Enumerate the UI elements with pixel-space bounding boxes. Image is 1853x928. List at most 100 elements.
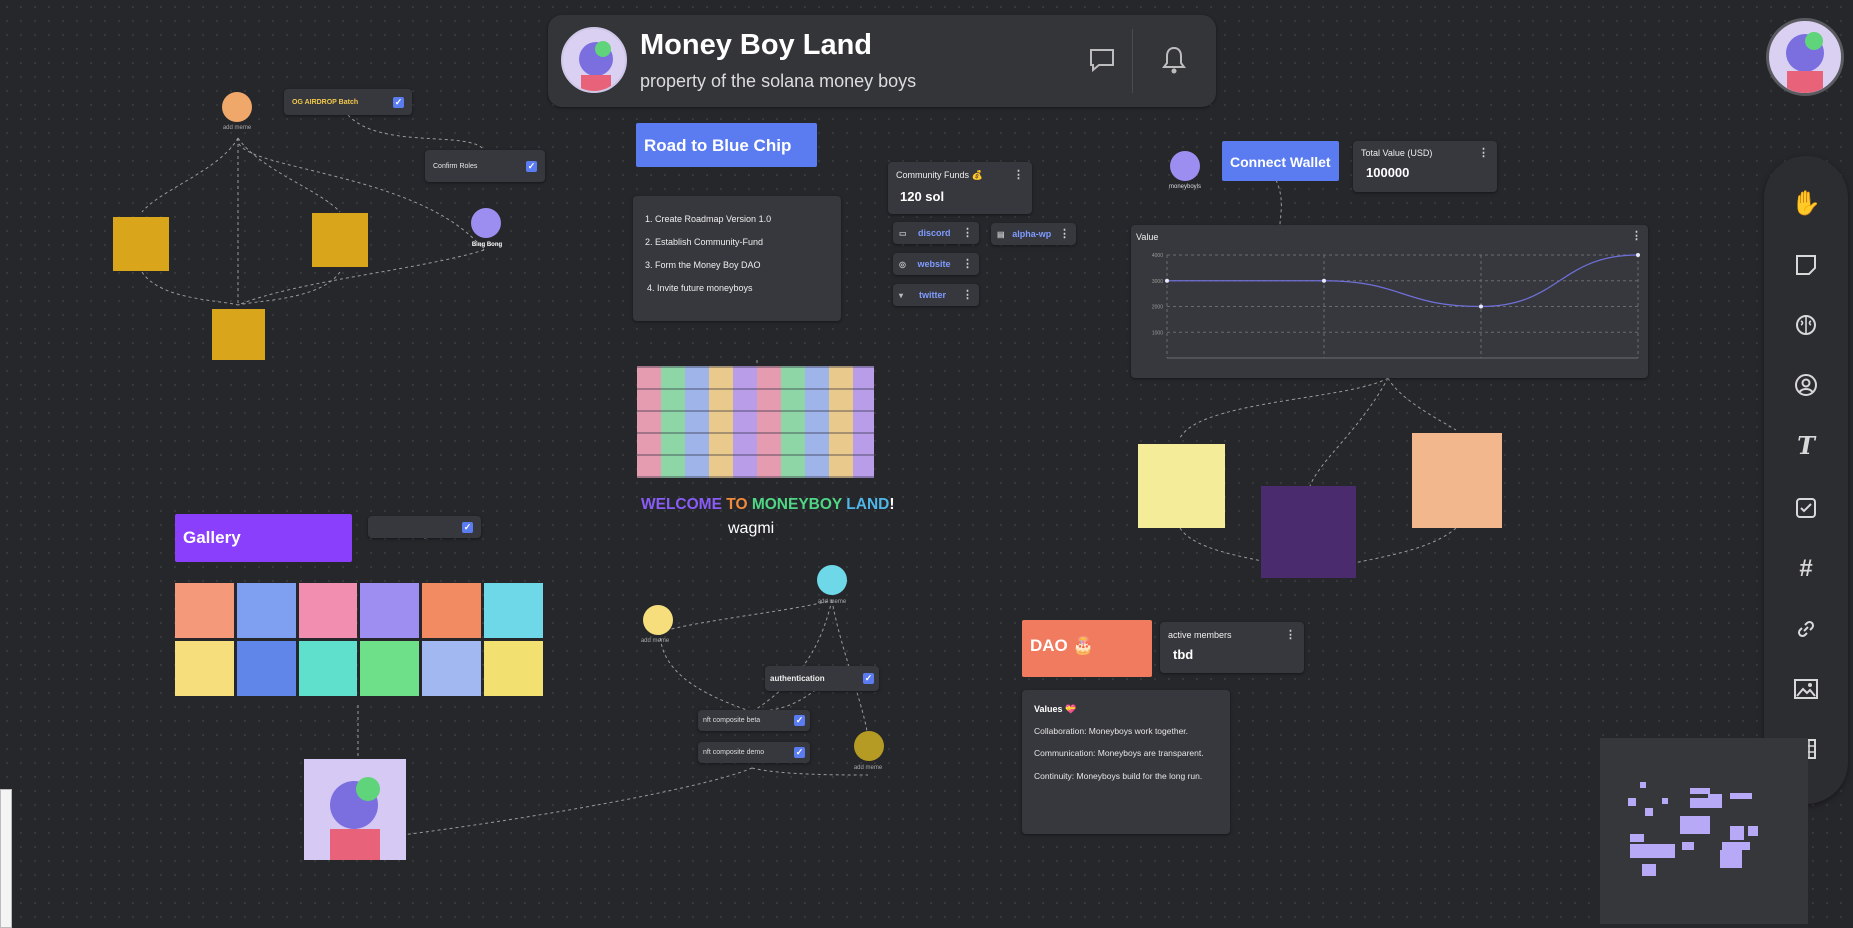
hand-icon[interactable]: ✋ bbox=[1789, 186, 1823, 220]
gallery-item[interactable] bbox=[236, 641, 296, 696]
gorilla-nft[interactable] bbox=[1261, 486, 1356, 578]
og-airdrop-task[interactable]: OG AIRDROP Batch ✓ bbox=[284, 89, 412, 115]
community-funds-value: 120 sol bbox=[900, 189, 945, 204]
gallery-item[interactable] bbox=[484, 641, 543, 696]
task-checkbox[interactable]: ✓ bbox=[393, 96, 404, 108]
twitter-link[interactable]: ▾ twitter ⋮ bbox=[893, 284, 979, 306]
dao-heading[interactable]: DAO 🎂 bbox=[1022, 620, 1152, 677]
value-chart: 4000 3000 2000 1000 bbox=[1152, 253, 1640, 359]
bing-bong-avatar[interactable] bbox=[471, 208, 501, 238]
road-to-blue-chip-heading[interactable]: Road to Blue Chip bbox=[636, 123, 817, 167]
website-link[interactable]: ◎ website ⋮ bbox=[893, 253, 979, 275]
values-title: Values 💝 bbox=[1034, 704, 1077, 714]
more-icon[interactable]: ⋮ bbox=[1059, 228, 1070, 240]
value-chart-card[interactable]: Value ⋮ 4000 3000 2000 1000 bbox=[1131, 225, 1648, 378]
roadmap-card[interactable]: 1. Create Roadmap Version 1.0 2. Establi… bbox=[633, 196, 841, 321]
task-checkbox[interactable]: ✓ bbox=[462, 521, 473, 533]
gallery-item[interactable] bbox=[298, 641, 358, 696]
gallery-item[interactable] bbox=[360, 583, 420, 638]
task-checkbox[interactable]: ✓ bbox=[526, 160, 537, 172]
chat-bubble-icon[interactable] bbox=[1088, 47, 1116, 73]
gallery-item[interactable] bbox=[360, 641, 420, 696]
value-item: Continuity: Moneyboys build for the long… bbox=[1034, 770, 1203, 781]
link-icon[interactable] bbox=[1789, 612, 1823, 646]
pixel-nft-yellow[interactable] bbox=[1138, 444, 1225, 528]
alpha-wp-link[interactable]: ▤ alpha-wp ⋮ bbox=[991, 223, 1076, 245]
community-funds-card[interactable]: Community Funds 💰 ⋮ 120 sol bbox=[888, 162, 1032, 214]
gallery-item[interactable] bbox=[175, 641, 234, 696]
welcome-word: ! bbox=[889, 496, 895, 513]
minimap-block bbox=[1680, 816, 1710, 834]
discord-link[interactable]: ▭ discord ⋮ bbox=[893, 222, 979, 244]
total-value-amount: 100000 bbox=[1366, 165, 1410, 180]
add-meme-label[interactable]: add meme bbox=[630, 638, 680, 644]
more-icon[interactable]: ⋮ bbox=[1285, 630, 1296, 641]
add-meme-label[interactable]: add meme bbox=[807, 599, 857, 605]
nft-collage-image[interactable] bbox=[637, 366, 874, 478]
total-value-card[interactable]: Total Value (USD) ⋮ 100000 bbox=[1353, 141, 1497, 192]
text-icon[interactable]: T bbox=[1789, 428, 1823, 462]
add-meme-label[interactable]: add meme bbox=[212, 125, 262, 131]
minimap-block bbox=[1708, 794, 1722, 808]
welcome-word: TO bbox=[726, 496, 748, 513]
empty-task[interactable]: ✓ bbox=[368, 516, 481, 538]
gallery-item[interactable] bbox=[422, 641, 482, 696]
gallery-item[interactable] bbox=[484, 583, 543, 638]
task-checkbox[interactable]: ✓ bbox=[794, 715, 805, 726]
page-title: Money Boy Land bbox=[640, 29, 873, 61]
minimap-block bbox=[1722, 842, 1750, 850]
gallery-item[interactable] bbox=[422, 583, 482, 638]
active-members-label: active members bbox=[1168, 630, 1232, 640]
minimap-block bbox=[1748, 826, 1758, 836]
user-avatar[interactable] bbox=[1766, 18, 1844, 96]
gallery-item[interactable] bbox=[298, 583, 358, 638]
active-members-card[interactable]: active members ⋮ tbd bbox=[1160, 622, 1304, 673]
confirm-roles-task[interactable]: Confirm Roles ✓ bbox=[425, 150, 545, 182]
clipped-panel bbox=[0, 789, 12, 928]
more-icon[interactable]: ⋮ bbox=[962, 227, 973, 239]
values-card[interactable]: Values 💝 Collaboration: Moneyboys work t… bbox=[1022, 690, 1230, 834]
discord-label: discord bbox=[918, 228, 951, 238]
gallery-item[interactable] bbox=[236, 583, 296, 638]
meme-avatar[interactable] bbox=[817, 565, 847, 595]
task-checkbox[interactable]: ✓ bbox=[794, 747, 805, 758]
brain-icon[interactable] bbox=[1789, 308, 1823, 342]
roadmap-item: 1. Create Roadmap Version 1.0 bbox=[645, 214, 772, 224]
minimap[interactable] bbox=[1600, 738, 1808, 924]
nft-composite-beta-task[interactable]: nft composite beta ✓ bbox=[698, 710, 810, 731]
og-airdrop-label: OG AIRDROP Batch bbox=[292, 98, 359, 106]
task-checkbox[interactable]: ✓ bbox=[863, 673, 874, 684]
sticky-note-icon[interactable] bbox=[1789, 248, 1823, 282]
meme-avatar[interactable] bbox=[222, 92, 252, 122]
gallery-heading[interactable]: Gallery bbox=[175, 514, 352, 562]
chat-bubble-icon: ▭ bbox=[899, 228, 907, 238]
community-funds-label: Community Funds 💰 bbox=[896, 170, 983, 180]
minimap-block bbox=[1720, 850, 1742, 868]
more-icon[interactable]: ⋮ bbox=[1013, 170, 1024, 181]
more-icon[interactable]: ⋮ bbox=[962, 258, 973, 270]
avatar[interactable] bbox=[561, 27, 627, 93]
image-icon[interactable] bbox=[1789, 672, 1823, 706]
chart-tick-label: 3000 bbox=[1152, 279, 1163, 285]
pixel-nft-peach[interactable] bbox=[1412, 433, 1502, 528]
checkbox-icon[interactable] bbox=[1789, 491, 1823, 525]
add-meme-label[interactable]: add meme bbox=[843, 765, 893, 771]
more-icon[interactable]: ⋮ bbox=[1478, 148, 1489, 159]
featured-nft-image[interactable] bbox=[304, 759, 406, 860]
nft-gold-3[interactable] bbox=[212, 309, 265, 360]
nft-composite-demo-task[interactable]: nft composite demo ✓ bbox=[698, 742, 810, 763]
nft-gold-1[interactable] bbox=[113, 217, 169, 271]
connect-wallet-button[interactable]: Connect Wallet bbox=[1222, 141, 1339, 181]
value-item: Collaboration: Moneyboys work together. bbox=[1034, 726, 1189, 736]
gallery-item[interactable] bbox=[175, 583, 234, 638]
nft-gold-2[interactable] bbox=[312, 213, 368, 267]
authentication-task[interactable]: authentication ✓ bbox=[765, 666, 879, 691]
meme-avatar[interactable] bbox=[854, 731, 884, 761]
more-icon[interactable]: ⋮ bbox=[962, 289, 973, 301]
header-bar: Money Boy Land property of the solana mo… bbox=[548, 15, 1216, 107]
moneyboy-avatar[interactable] bbox=[1170, 151, 1200, 181]
user-circle-icon[interactable] bbox=[1789, 368, 1823, 402]
meme-avatar[interactable] bbox=[643, 605, 673, 635]
hashtag-icon[interactable]: # bbox=[1789, 552, 1823, 586]
bell-icon[interactable] bbox=[1162, 45, 1186, 75]
